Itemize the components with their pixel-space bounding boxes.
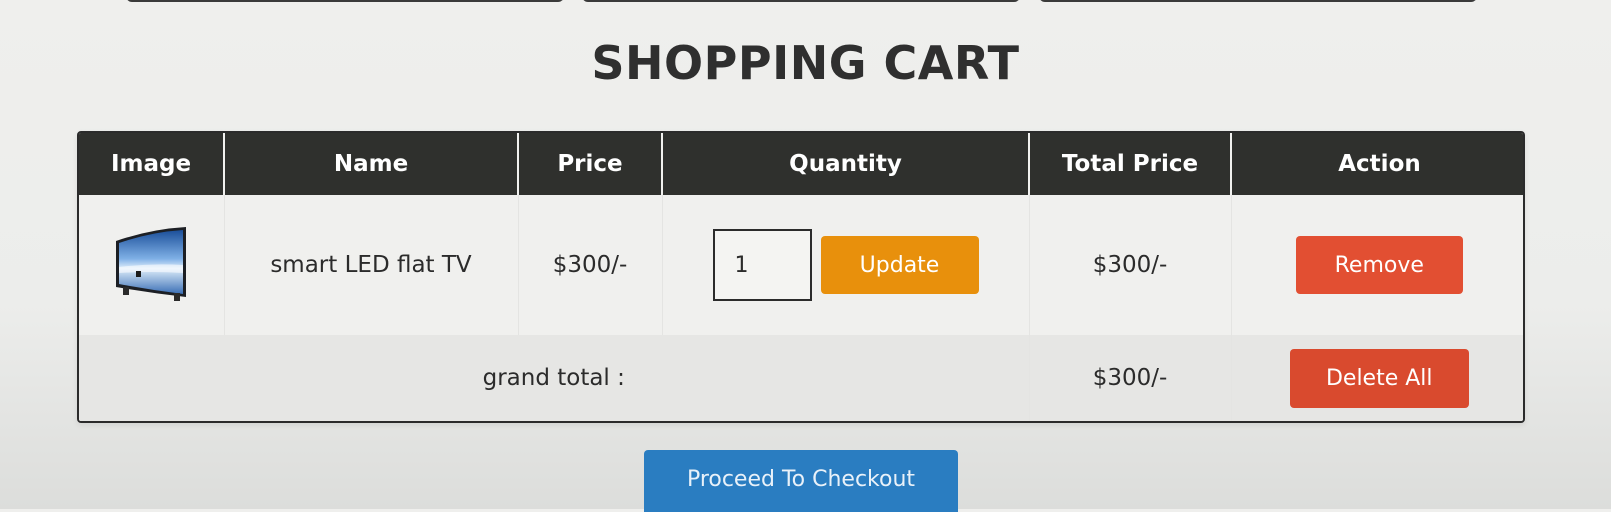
grand-total-row: grand total : $300/- Delete All (79, 335, 1523, 421)
page-title: SHOPPING CART (591, 36, 1020, 90)
column-header-name: Name (224, 133, 519, 195)
column-header-price: Price (518, 133, 663, 195)
action-cell: Remove (1231, 195, 1523, 335)
grand-total-label: grand total : (79, 335, 1030, 421)
cart-table: Image Name Price Quantity Total Price Ac… (77, 131, 1525, 423)
product-price: $300/- (518, 195, 663, 335)
remove-button[interactable]: Remove (1295, 236, 1463, 294)
tv-image (116, 227, 187, 301)
column-header-total-price: Total Price (1029, 133, 1232, 195)
column-header-quantity: Quantity (662, 133, 1030, 195)
delete-all-cell: Delete All (1231, 335, 1523, 421)
table-header-row: Image Name Price Quantity Total Price Ac… (79, 133, 1523, 195)
product-card (1039, 0, 1477, 2)
grand-total-value: $300/- (1029, 335, 1232, 421)
product-image-cell (79, 195, 225, 335)
column-header-action: Action (1231, 133, 1523, 195)
update-button[interactable]: Update (820, 236, 979, 294)
top-card-row (0, 0, 1611, 4)
product-card (582, 0, 1020, 2)
quantity-cell: Update (662, 195, 1030, 335)
product-name: smart LED flat TV (224, 195, 519, 335)
product-card (126, 0, 564, 2)
product-total-price: $300/- (1029, 195, 1232, 335)
proceed-to-checkout-button[interactable]: Proceed To Checkout (644, 450, 958, 512)
quantity-input[interactable] (712, 229, 812, 301)
table-row: smart LED flat TV $300/- Update $300/- R… (79, 195, 1523, 335)
column-header-image: Image (79, 133, 225, 195)
delete-all-button[interactable]: Delete All (1289, 348, 1469, 408)
